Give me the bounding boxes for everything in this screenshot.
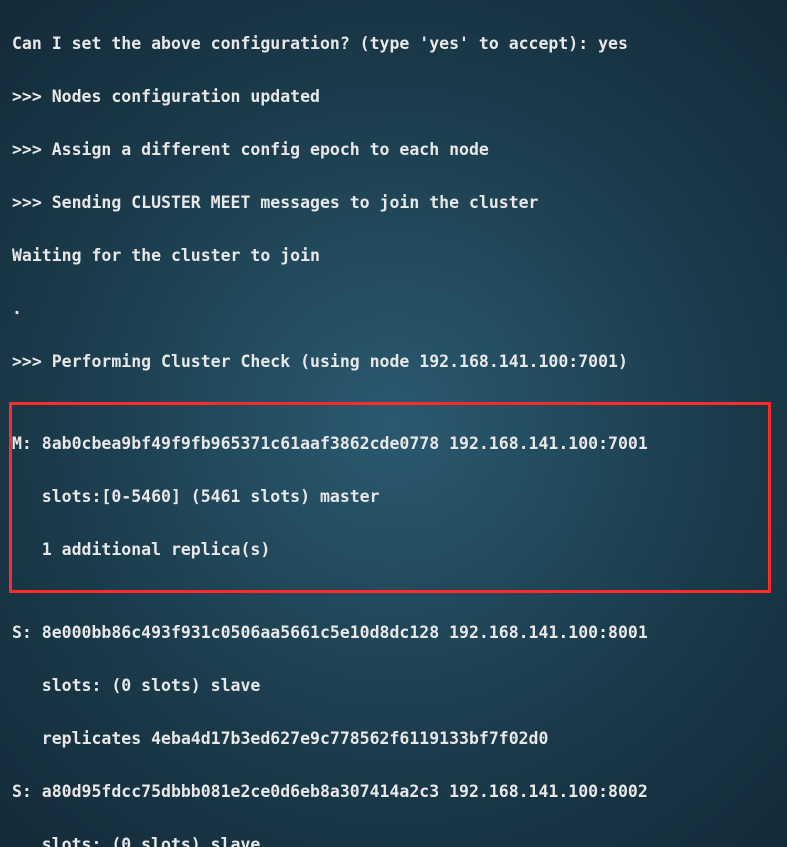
- output-line: .: [12, 296, 775, 323]
- output-line: S: a80d95fdcc75dbbb081e2ce0d6eb8a307414a…: [12, 779, 775, 806]
- terminal-output[interactable]: Can I set the above configuration? (type…: [0, 0, 787, 847]
- output-line: Waiting for the cluster to join: [12, 243, 775, 270]
- output-line: >>> Assign a different config epoch to e…: [12, 137, 775, 164]
- output-line: M: 8ab0cbea9bf49f9fb965371c61aaf3862cde0…: [12, 431, 768, 458]
- output-line: >>> Nodes configuration updated: [12, 84, 775, 111]
- output-line: >>> Sending CLUSTER MEET messages to joi…: [12, 190, 775, 217]
- output-line: replicates 4eba4d17b3ed627e9c778562f6119…: [12, 726, 775, 753]
- output-line: >>> Performing Cluster Check (using node…: [12, 349, 775, 376]
- output-line: Can I set the above configuration? (type…: [12, 31, 775, 58]
- output-line: slots:[0-5460] (5461 slots) master: [12, 484, 768, 511]
- output-line: slots: (0 slots) slave: [12, 832, 775, 847]
- master-node-highlight: M: 8ab0cbea9bf49f9fb965371c61aaf3862cde0…: [9, 402, 771, 594]
- output-line: S: 8e000bb86c493f931c0506aa5661c5e10d8dc…: [12, 620, 775, 647]
- output-line: 1 additional replica(s): [12, 537, 768, 564]
- output-line: slots: (0 slots) slave: [12, 673, 775, 700]
